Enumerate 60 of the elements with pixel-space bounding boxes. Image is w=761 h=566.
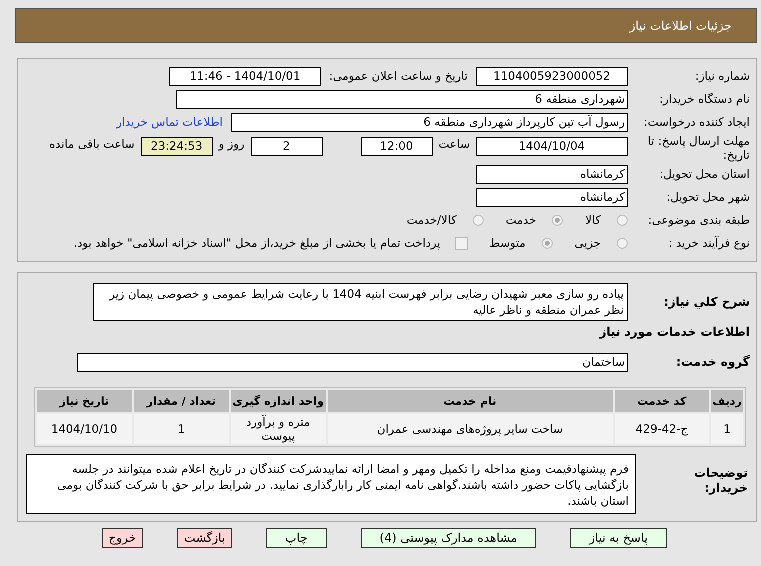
province-field: کرمانشاه bbox=[476, 164, 628, 184]
deadline-date-field: 1404/10/04 bbox=[476, 137, 628, 156]
option-label: خدمت bbox=[506, 213, 536, 227]
field-label: ایجاد کننده درخواست: bbox=[643, 115, 751, 129]
table-cell: متره و برآورد پیوست bbox=[230, 414, 326, 444]
table-cell: 1 bbox=[134, 414, 229, 444]
option-label: پرداخت تمام یا بخشی از مبلغ خرید،از محل "اسناد خزانه اسلامی" خواهد بود. bbox=[74, 236, 441, 250]
column-header: نام خدمت bbox=[328, 390, 613, 412]
field-label: توضیحات خریدار: bbox=[693, 466, 749, 496]
field-label: استان محل تحویل: bbox=[658, 167, 751, 181]
buyer-notes-field: فرم پیشنهادقیمت ومنع مداخله را تکمیل ومهر و امضا ارائه نمایید‌شرکت کنندگان در تاریخ اعلام شده میتوانند در جلسه بازگشایی پاکات حضور داشته باشند.گواهی نامه ایمنی کار رابارگذاری نمایید. در شرایط برابر حق با شرکت کنندگان بومی استان باشند. bbox=[26, 454, 636, 514]
field-label: تاریخ و ساعت اعلان عمومی: bbox=[329, 69, 468, 83]
radio-button[interactable] bbox=[617, 214, 628, 226]
table-cell: 1404/10/10 bbox=[37, 414, 132, 444]
field-label: مهلت ارسال پاسخ: تا تاریخ: bbox=[646, 134, 751, 162]
action-button[interactable]: مشاهده مدارک پیوستی (4) bbox=[360, 528, 536, 548]
field-label: شهر محل تحویل: bbox=[666, 190, 751, 204]
column-header: ردیف bbox=[711, 390, 743, 412]
column-header: واحد اندازه گیری bbox=[230, 390, 326, 412]
field-label: شرح کلي نیاز: bbox=[663, 295, 751, 309]
page-title: جزئیات اطلاعات نیاز bbox=[630, 18, 732, 32]
field-label: ساعت باقی مانده bbox=[50, 137, 135, 151]
option-label: کالا/خدمت bbox=[406, 213, 457, 227]
contact-link[interactable]: اطلاعات تماس خریدار bbox=[116, 115, 223, 129]
radio-button[interactable] bbox=[472, 214, 484, 226]
table-cell: ساخت سایر پروژه‌های مهندسی عمران bbox=[328, 414, 613, 444]
action-button[interactable]: چاپ bbox=[266, 528, 327, 548]
action-button[interactable]: بازگشت bbox=[177, 528, 232, 548]
buyer-field: شهرداری منطقه 6 bbox=[176, 90, 628, 108]
radio-button[interactable] bbox=[617, 238, 628, 248]
action-button[interactable]: خروج bbox=[102, 528, 144, 548]
radio-button[interactable] bbox=[552, 214, 564, 226]
radio-button[interactable] bbox=[542, 238, 553, 248]
option-label: کالا bbox=[585, 213, 601, 227]
city-field: کرمانشاه bbox=[476, 188, 628, 206]
days-field: 2 bbox=[250, 137, 323, 156]
column-header: تعداد / مقدار bbox=[134, 390, 229, 412]
section-title: اطلاعات خدمات مورد نیاز bbox=[598, 325, 751, 339]
field-label: نوع فرآیند خرید : bbox=[668, 236, 751, 250]
field-label: شماره نیاز: bbox=[694, 69, 751, 83]
column-header: تاریخ نیاز bbox=[37, 390, 132, 412]
table-cell: 1 bbox=[711, 414, 743, 444]
field-label: طبقه بندی موضوعی: bbox=[647, 213, 751, 227]
field-label: نام دستگاه خریدار: bbox=[658, 92, 751, 106]
option-label: متوسط bbox=[490, 236, 526, 250]
option-label: جزیی bbox=[574, 236, 601, 250]
announce-date-field: 1404/10/01 - 11:46 bbox=[169, 66, 322, 86]
service-group-field: ساختمان bbox=[77, 352, 628, 372]
requester-field: رسول آب تین کارپرداز شهرداری منطقه 6 bbox=[231, 112, 628, 132]
deadline-time-field: 12:00 bbox=[360, 137, 433, 156]
description-field: پیاده رو سازی معبر شهیدان رضایی برابر فهرست ابنیه 1404 با رعایت شرایط عمومی و خصوصی پیمان زیر نظر عمران منطقه و ناظر عالیه bbox=[93, 283, 628, 321]
remaining-time-field: 23:24:53 bbox=[140, 137, 213, 156]
checkbox[interactable] bbox=[454, 236, 468, 250]
field-label: روز و bbox=[218, 137, 245, 151]
field-label: ساعت bbox=[438, 137, 470, 151]
need-number-field: 1104005923000052 bbox=[476, 66, 628, 86]
action-button[interactable]: پاسخ به نیاز bbox=[570, 528, 667, 548]
table-cell: ج-42-429 bbox=[614, 414, 710, 444]
field-label: گروه خدمت: bbox=[675, 355, 751, 369]
column-header: کد خدمت bbox=[614, 390, 710, 412]
